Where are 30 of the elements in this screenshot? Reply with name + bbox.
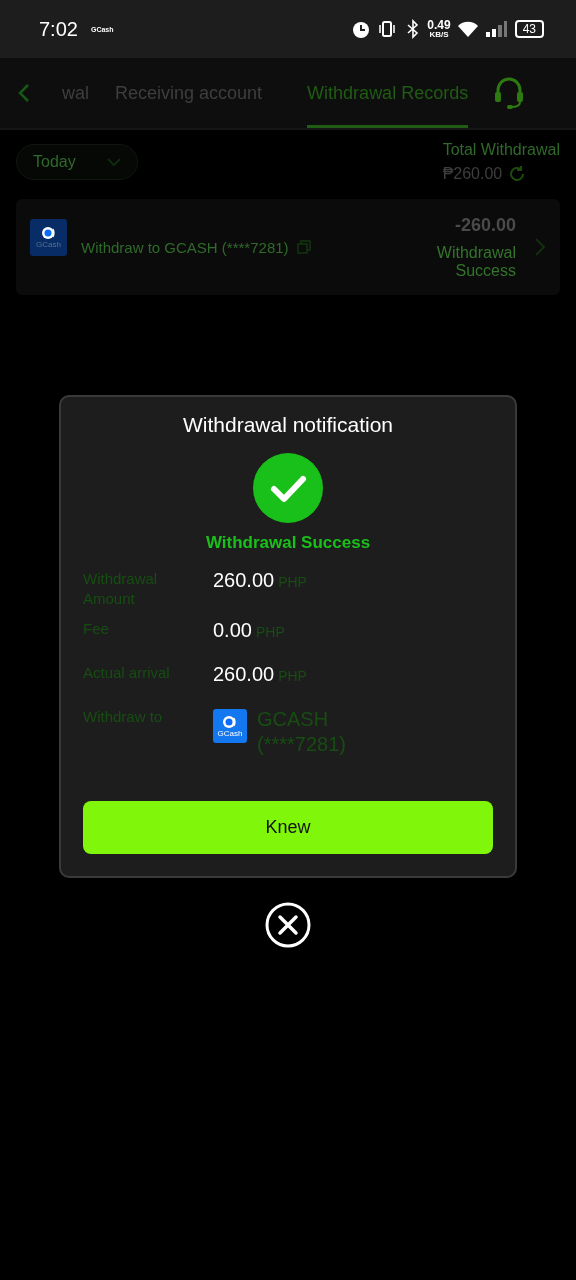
detail-value: 260.00	[213, 663, 275, 686]
knew-button[interactable]: Knew	[83, 801, 493, 854]
success-status: Withdrawal Success	[205, 533, 371, 553]
total-label: Total Withdrawal	[442, 141, 560, 159]
record-amount: -260.00	[453, 214, 516, 236]
network-speed: 0.49	[427, 19, 451, 31]
vibrate-icon	[377, 19, 398, 39]
detail-value: 260.00	[213, 569, 275, 592]
tab[interactable]: Withdrawal Records	[307, 58, 469, 128]
battery-indicator: 43	[514, 20, 544, 38]
record-title: Withdraw to GCASH (****7281)	[81, 238, 289, 256]
alarm-icon	[351, 19, 372, 39]
speed-unit: KB/S	[429, 31, 449, 39]
close-icon	[265, 902, 311, 948]
gcash-logo: GCash	[30, 218, 67, 256]
clock-time: 7:02	[39, 17, 78, 41]
total-amount: ₱260.00	[442, 165, 503, 183]
detail-value: 0.00	[213, 619, 252, 642]
chevron-right-icon	[534, 237, 546, 257]
refresh-icon	[508, 165, 527, 183]
record-status: Withdrawal Success	[435, 243, 516, 280]
copy-icon	[296, 240, 311, 254]
wifi-icon	[456, 19, 479, 39]
dialog-title: Withdrawal notification	[182, 413, 394, 437]
date-filter[interactable]: Today	[16, 144, 138, 180]
check-circle-icon	[253, 453, 323, 523]
chevron-down-icon	[105, 157, 122, 167]
gcash-logo: GCash	[213, 709, 247, 743]
record-card[interactable]: GCash Withdraw to GCASH (****7281) -260.00 Withdrawal Success	[16, 199, 560, 295]
signal-icon	[484, 19, 507, 39]
